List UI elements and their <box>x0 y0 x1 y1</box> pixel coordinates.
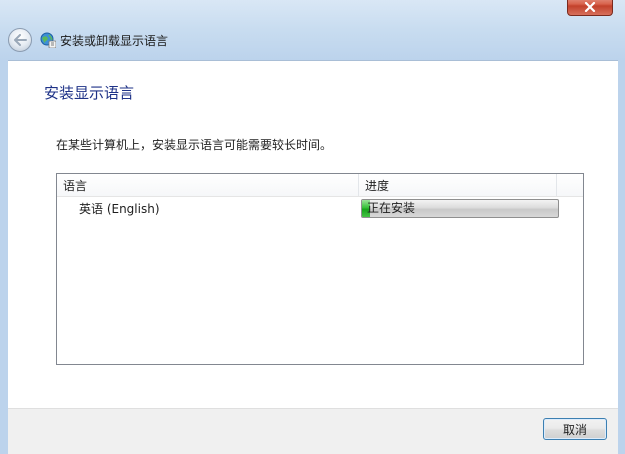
column-header-progress[interactable]: 进度 <box>359 174 557 196</box>
globe-language-icon <box>40 32 56 48</box>
page-heading: 安装显示语言 <box>44 84 135 102</box>
progress-status: 正在安装 <box>367 200 416 215</box>
language-list[interactable]: 语言 进度 英语 (English) 正在安装 <box>56 173 584 365</box>
navigation-bar: 安装或卸载显示语言 <box>8 26 168 54</box>
window-title: 安装或卸载显示语言 <box>60 33 169 48</box>
dialog-window: 安装或卸载显示语言 安装显示语言 在某些计算机上，安装显示语言可能需要较长时间。… <box>0 0 625 454</box>
list-item[interactable]: 英语 (English) 正在安装 <box>57 197 583 219</box>
close-button[interactable] <box>567 0 613 16</box>
back-button[interactable] <box>8 28 32 52</box>
button-bar: 取消 <box>8 408 618 454</box>
column-header-language[interactable]: 语言 <box>57 174 359 196</box>
column-header-filler <box>557 174 583 196</box>
language-name: 英语 (English) <box>79 201 160 216</box>
install-progress-bar: 正在安装 <box>361 198 559 218</box>
page-description: 在某些计算机上，安装显示语言可能需要较长时间。 <box>56 138 333 152</box>
close-x-icon <box>584 2 596 12</box>
cancel-button[interactable]: 取消 <box>543 418 607 440</box>
back-arrow-icon <box>14 34 27 46</box>
list-header: 语言 进度 <box>57 174 583 197</box>
content-panel: 安装显示语言 在某些计算机上，安装显示语言可能需要较长时间。 语言 进度 英语 … <box>8 60 618 409</box>
